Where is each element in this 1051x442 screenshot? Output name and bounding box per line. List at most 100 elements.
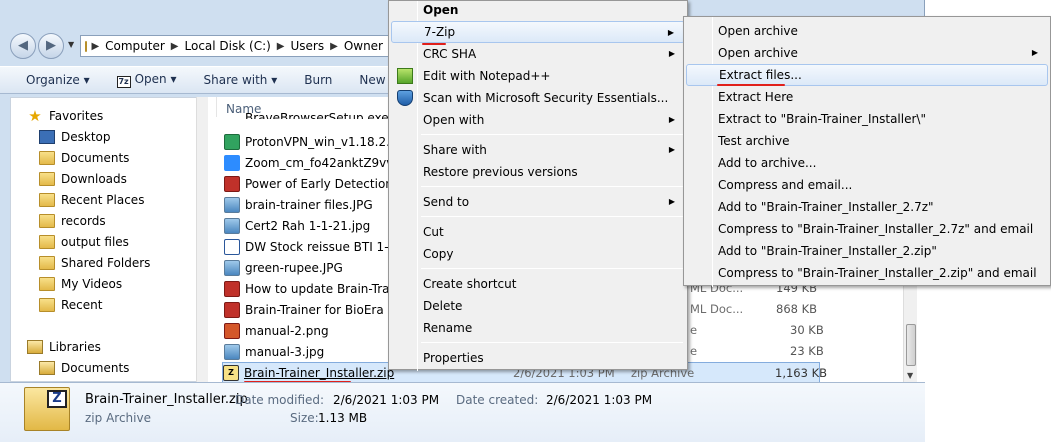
menu-item-send-to[interactable]: Send to ▶ — [391, 191, 685, 213]
nav-item-shared-folders[interactable]: Shared Folders — [39, 253, 150, 273]
documents-library-icon — [39, 361, 55, 375]
nav-label: Favorites — [49, 109, 104, 123]
details-pane: Z Brain-Trainer_Installer.zip zip Archiv… — [0, 382, 925, 442]
menu-item-edit-notepad[interactable]: Edit with Notepad++ — [391, 65, 685, 87]
breadcrumb-owner[interactable]: Owner — [344, 39, 383, 53]
nav-item-lib-documents[interactable]: Documents — [39, 358, 129, 378]
menu-item-create-shortcut[interactable]: Create shortcut — [391, 273, 685, 295]
share-with-button[interactable]: Share with ▾ — [204, 73, 278, 87]
address-bar[interactable]: ▶ Computer ▶ Local Disk (C:) ▶ Users ▶ O… — [80, 35, 390, 57]
nav-item-recent-places[interactable]: Recent Places — [39, 190, 144, 210]
image-file-icon — [224, 196, 240, 213]
submenu-arrow-icon: ▶ — [668, 197, 675, 206]
recent-places-icon — [39, 193, 55, 207]
nav-libraries[interactable]: Libraries — [27, 337, 101, 357]
submenu-item-test-archive[interactable]: Test archive — [686, 130, 1048, 152]
nav-scrollbar[interactable] — [196, 97, 208, 382]
submenu-item-add-to-7z[interactable]: Add to "Brain-Trainer_Installer_2.7z" — [686, 196, 1048, 218]
breadcrumb-computer[interactable]: Computer — [105, 39, 165, 53]
breadcrumb-users[interactable]: Users — [291, 39, 325, 53]
menu-label: Edit with Notepad++ — [423, 69, 551, 83]
recent-icon — [39, 298, 55, 312]
submenu-item-add-to-zip[interactable]: Add to "Brain-Trainer_Installer_2.zip" — [686, 240, 1048, 262]
menu-label: 7-Zip — [424, 25, 456, 39]
folder-icon — [39, 235, 55, 249]
menu-separator — [421, 268, 683, 269]
menu-item-crc-sha[interactable]: CRC SHA ▶ — [391, 43, 685, 65]
nav-item-recent[interactable]: Recent — [39, 295, 102, 315]
nav-item-documents[interactable]: Documents — [39, 148, 129, 168]
nav-label: Desktop — [61, 130, 111, 144]
menu-item-restore-versions[interactable]: Restore previous versions — [391, 161, 685, 183]
nav-label: Documents — [61, 151, 130, 165]
menu-item-open[interactable]: Open — [391, 0, 685, 21]
menu-item-scan-mse[interactable]: Scan with Microsoft Security Essentials.… — [391, 87, 685, 109]
file-type: e — [690, 323, 698, 337]
forward-arrow-icon[interactable]: ▶ — [38, 33, 64, 59]
vpn-app-icon — [224, 133, 240, 150]
details-size-value: 1.13 MB — [318, 411, 368, 425]
menu-item-open-with[interactable]: Open with ▶ — [391, 109, 685, 131]
submenu-arrow-icon: ▶ — [668, 145, 675, 154]
nav-item-my-videos[interactable]: My Videos — [39, 274, 122, 294]
file-name: brain-trainer files.JPG — [245, 197, 373, 212]
breadcrumb-separator-icon[interactable]: ▶ — [91, 41, 99, 52]
open-button-label: Open ▾ — [134, 72, 177, 86]
organize-button[interactable]: Organize ▾ — [26, 73, 90, 87]
menu-item-7zip[interactable]: 7-Zip ▶ — [391, 21, 685, 43]
nav-item-downloads[interactable]: Downloads — [39, 169, 127, 189]
submenu-item-compress-and-email[interactable]: Compress and email... — [686, 174, 1048, 196]
nav-item-records[interactable]: records — [39, 211, 106, 231]
image-file-icon — [224, 322, 240, 339]
file-name: Brain-Trainer for BioEra Ins — [245, 302, 405, 317]
folder-icon — [39, 256, 55, 270]
scrollbar-thumb[interactable] — [906, 324, 916, 366]
security-essentials-icon — [397, 90, 413, 106]
star-icon: ★ — [28, 107, 42, 125]
menu-item-properties[interactable]: Properties — [391, 347, 685, 369]
submenu-item-extract-to-folder[interactable]: Extract to "Brain-Trainer_Installer\" — [686, 108, 1048, 130]
submenu-item-open-archive[interactable]: Open archive — [686, 20, 1048, 42]
details-type: zip Archive — [85, 411, 151, 425]
nav-label: My Videos — [61, 277, 123, 291]
menu-separator — [421, 342, 683, 343]
submenu-item-compress-7z-email[interactable]: Compress to "Brain-Trainer_Installer_2.7… — [686, 218, 1048, 240]
nav-item-desktop[interactable]: Desktop — [39, 127, 111, 147]
submenu-item-add-to-archive[interactable]: Add to archive... — [686, 152, 1048, 174]
breadcrumb-separator-icon[interactable]: ▶ — [330, 41, 338, 52]
recent-pages-chevron-icon[interactable]: ▼ — [68, 40, 74, 49]
zip-archive-large-icon: Z — [24, 387, 70, 431]
annotation-underline — [422, 43, 446, 45]
breadcrumb-local-disk[interactable]: Local Disk (C:) — [185, 39, 271, 53]
breadcrumb-separator-icon[interactable]: ▶ — [171, 41, 179, 52]
menu-item-share-with[interactable]: Share with ▶ — [391, 139, 685, 161]
breadcrumb-separator-icon[interactable]: ▶ — [277, 41, 285, 52]
scroll-down-icon[interactable]: ▼ — [907, 371, 913, 380]
submenu-item-extract-files[interactable]: Extract files... — [686, 64, 1048, 86]
menu-item-delete[interactable]: Delete — [391, 295, 685, 317]
menu-item-cut[interactable]: Cut — [391, 221, 685, 243]
menu-item-copy[interactable]: Copy — [391, 243, 685, 265]
new-folder-button[interactable]: New — [359, 73, 385, 87]
nav-label: Shared Folders — [61, 256, 151, 270]
nav-favorites[interactable]: ★ Favorites — [27, 106, 103, 126]
7zip-submenu: Open archive Open archive ▶ Extract file… — [683, 16, 1051, 287]
burn-button[interactable]: Burn — [304, 73, 332, 87]
file-name: Brain-Trainer_Installer.zip — [244, 365, 395, 380]
back-arrow-icon[interactable]: ◀ — [10, 33, 36, 59]
menu-item-rename[interactable]: Rename — [391, 317, 685, 339]
nav-label: Recent Places — [61, 193, 145, 207]
details-size-label: Size: — [290, 411, 319, 425]
details-modified-label: Date modified: — [235, 393, 325, 407]
file-size: 1,163 KB — [775, 366, 828, 380]
submenu-arrow-icon: ▶ — [668, 49, 675, 58]
submenu-item-extract-here[interactable]: Extract Here — [686, 86, 1048, 108]
nav-item-output-files[interactable]: output files — [39, 232, 129, 252]
file-name: BraveBrowserSetup.exe — [245, 111, 389, 119]
menu-label: Open archive — [718, 46, 798, 60]
submenu-item-open-archive-more[interactable]: Open archive ▶ — [686, 42, 1048, 64]
pdf-icon — [224, 301, 240, 318]
open-button[interactable]: 7z Open ▾ — [116, 72, 177, 88]
zoom-app-icon — [224, 154, 240, 171]
submenu-item-compress-zip-email[interactable]: Compress to "Brain-Trainer_Installer_2.z… — [686, 262, 1048, 284]
